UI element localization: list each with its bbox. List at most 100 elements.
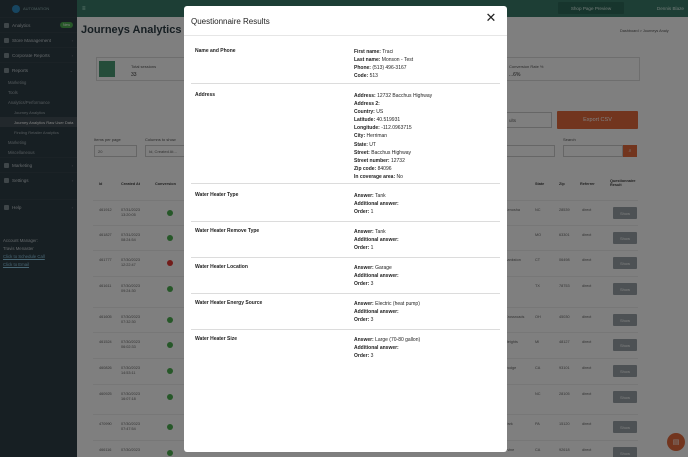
answer-key: Additional answer: — [354, 201, 399, 208]
answer-line: Address: 12732 Bacchus Highway — [354, 92, 500, 100]
answer-key: Additional answer: — [354, 345, 399, 352]
answer-key: City: — [354, 133, 366, 140]
close-icon: ✕ — [485, 10, 497, 25]
answer-value: Tank — [375, 193, 386, 199]
answer-value: No — [396, 173, 403, 180]
answer-key: Code: — [354, 73, 369, 80]
questionnaire-results-modal: Questionnaire Results ✕ Name and Phone Fi… — [184, 6, 507, 452]
modal-title: Questionnaire Results — [191, 17, 270, 26]
answer-line: Additional answer: — [354, 200, 500, 208]
answer-value: Herriman — [366, 133, 388, 140]
answer-value: Electric (heat pump) — [375, 301, 420, 307]
answer-key: Answer: — [354, 265, 374, 271]
answer-line: Phone: (513) 496-3167 — [354, 64, 500, 72]
section-values: Answer: Garage Additional answer: Order: … — [354, 264, 500, 288]
answer-line: Last name: Monson - Test — [354, 56, 500, 64]
answer-key: Address 2: — [354, 101, 380, 108]
answer-key: Order: — [354, 317, 370, 324]
answer-line: Street: Bacchus Highway — [354, 149, 500, 157]
answer-line: City: Herriman — [354, 132, 500, 140]
answer-line: Street number: 12732 — [354, 157, 500, 165]
answer-value: 3 — [370, 353, 374, 360]
answer-line: Order: 3 — [354, 280, 500, 288]
answer-key: Answer: — [354, 301, 374, 307]
answer-key: Country: — [354, 109, 375, 116]
section-values: Answer: Tank Additional answer: Order: 1 — [354, 228, 500, 252]
answer-line: Answer: Tank — [354, 228, 500, 236]
answer-value: 3 — [370, 317, 374, 324]
answer-value: 3 — [370, 281, 374, 288]
answer-line: Additional answer: — [354, 308, 500, 316]
answer-line: Answer: Garage — [354, 264, 500, 272]
answer-key: Address: — [354, 93, 376, 99]
section-values: Address: 12732 Bacchus Highway Address 2:… — [354, 92, 500, 181]
answer-key: Zip code: — [354, 165, 377, 172]
modal-header: Questionnaire Results ✕ — [184, 6, 507, 36]
answer-line: Country: US — [354, 108, 500, 116]
answer-key: Latitude: — [354, 117, 376, 124]
answer-key: Additional answer: — [354, 237, 399, 244]
answer-value: Tank — [375, 229, 386, 235]
answer-key: Additional answer: — [354, 309, 399, 316]
answer-key: Longitude: — [354, 125, 380, 132]
section-label: Water Heater Remove Type — [195, 228, 260, 234]
section-values: Answer: Electric (heat pump) Additional a… — [354, 300, 500, 324]
answer-line: Answer: Large (70-80 gallon) — [354, 336, 500, 344]
answer-value: Bacchus Highway — [371, 149, 411, 156]
answer-value: 84096 — [377, 165, 392, 172]
answer-line: Additional answer: — [354, 236, 500, 244]
answer-key: Answer: — [354, 229, 374, 235]
answer-line: Order: 3 — [354, 352, 500, 360]
answer-key: Order: — [354, 209, 370, 216]
section-label: Name and Phone — [195, 48, 236, 54]
answer-value: 12732 — [390, 157, 405, 164]
answer-line: Code: 513 — [354, 72, 500, 80]
section-values: Answer: Tank Additional answer: Order: 1 — [354, 192, 500, 216]
answer-line: Order: 3 — [354, 316, 500, 324]
answer-line: Address 2: — [354, 100, 500, 108]
answer-key: Street number: — [354, 157, 390, 164]
answer-line: State: UT — [354, 141, 500, 149]
answer-key: Order: — [354, 245, 370, 252]
answer-value: US — [376, 109, 384, 116]
answer-value: Garage — [375, 265, 392, 271]
answer-value: Traci — [382, 49, 394, 55]
questionnaire-section: Water Heater Size Answer: Large (70-80 ga… — [191, 336, 500, 366]
answer-value: Monson - Test — [381, 57, 414, 64]
answer-value: 12732 Bacchus Highway — [377, 93, 433, 99]
section-values: Answer: Large (70-80 gallon) Additional a… — [354, 336, 500, 360]
answer-line: Latitude: 40.519931 — [354, 116, 500, 124]
questionnaire-section: Name and Phone First name: Traci Last name… — [191, 48, 500, 84]
answer-value: 1 — [370, 209, 374, 216]
answer-key: Answer: — [354, 337, 374, 343]
section-label: Water Heater Type — [195, 192, 239, 198]
answer-value: 1 — [370, 245, 374, 252]
section-label: Address — [195, 92, 216, 98]
questionnaire-section: Water Heater Type Answer: Tank Additional … — [191, 192, 500, 222]
answer-value: Large (70-80 gallon) — [375, 337, 421, 343]
answer-line: First name: Traci — [354, 48, 500, 56]
answer-key: Answer: — [354, 193, 374, 199]
questionnaire-section: Water Heater Location Answer: Garage Addit… — [191, 264, 500, 294]
answer-line: Order: 1 — [354, 244, 500, 252]
answer-value: -112.0963715 — [381, 125, 412, 132]
answer-line: Answer: Electric (heat pump) — [354, 300, 500, 308]
answer-line: Additional answer: — [354, 344, 500, 352]
answer-key: State: — [354, 141, 368, 148]
answer-key: Street: — [354, 149, 370, 156]
answer-value: UT — [369, 141, 376, 148]
section-label: Water Heater Energy Source — [195, 300, 263, 306]
section-values: First name: Traci Last name: Monson - Tes… — [354, 48, 500, 80]
answer-value: (513) 496-3167 — [372, 65, 407, 72]
close-button[interactable]: ✕ — [484, 10, 498, 26]
answer-key: Phone: — [354, 65, 371, 72]
answer-line: Order: 1 — [354, 208, 500, 216]
answer-line: Zip code: 84096 — [354, 165, 500, 173]
questionnaire-section: Address Address: 12732 Bacchus Highway Add… — [191, 92, 500, 184]
questionnaire-section: Water Heater Remove Type Answer: Tank Addi… — [191, 228, 500, 258]
answer-line: Additional answer: — [354, 272, 500, 280]
answer-line: Answer: Tank — [354, 192, 500, 200]
answer-line: In coverage area: No — [354, 173, 500, 181]
questionnaire-section: Water Heater Energy Source Answer: Electr… — [191, 300, 500, 330]
answer-value: 513 — [369, 73, 378, 80]
